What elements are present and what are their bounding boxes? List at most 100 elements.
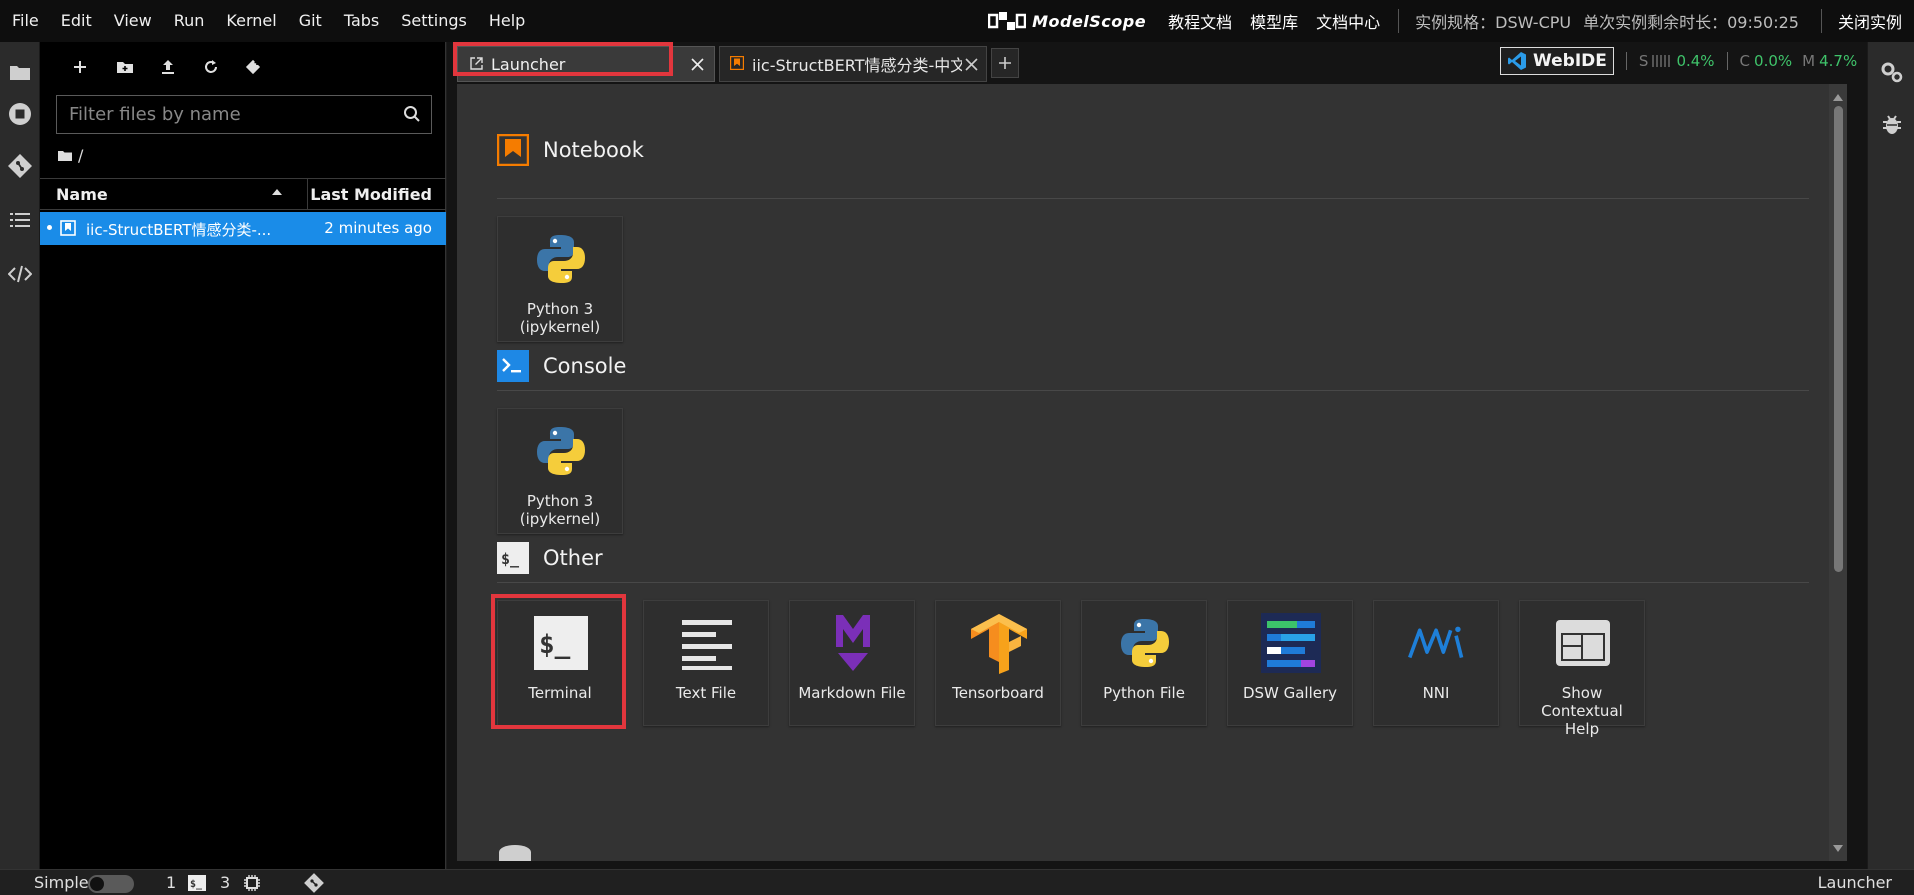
- link-doc-center[interactable]: 文档中心: [1316, 9, 1380, 33]
- divider: [1820, 9, 1822, 33]
- storage-label: S: [1638, 52, 1649, 70]
- file-row[interactable]: iic-StructBERT情感分类-... 2 minutes ago: [40, 212, 446, 245]
- launcher-scrollbar[interactable]: [1829, 84, 1847, 861]
- notebook-section-icon: [497, 134, 529, 166]
- launch-dsw-gallery[interactable]: DSW Gallery: [1227, 600, 1353, 726]
- card-label: Markdown File: [798, 684, 906, 702]
- launch-tensorboard[interactable]: Tensorboard: [935, 600, 1061, 726]
- modelscope-logo[interactable]: ModelScope: [988, 11, 1146, 31]
- instance-spec: 实例规格：DSW-CPU: [1415, 13, 1572, 32]
- folder-icon[interactable]: [0, 52, 40, 92]
- table-of-contents-icon[interactable]: [0, 200, 40, 240]
- divider: [1625, 52, 1627, 70]
- python-icon: [531, 421, 591, 481]
- menu-edit[interactable]: Edit: [50, 0, 103, 42]
- nni-icon: [1407, 613, 1467, 673]
- modelscope-brand-text: ModelScope: [1032, 11, 1147, 31]
- svg-text:$_: $_: [190, 879, 203, 890]
- git-clone-icon[interactable]: [238, 52, 268, 82]
- menu-run[interactable]: Run: [163, 0, 216, 42]
- section-divider: [497, 198, 1809, 199]
- left-activity-bar: [0, 42, 40, 869]
- close-instance-button[interactable]: 关闭实例: [1838, 9, 1902, 33]
- terminal-small-icon[interactable]: $_: [188, 875, 206, 895]
- breadcrumb[interactable]: /: [58, 146, 83, 165]
- cpu-chip-icon[interactable]: [243, 874, 261, 895]
- usage-bars-icon: [1652, 55, 1671, 67]
- launch-console-python3[interactable]: Python 3 (ipykernel): [497, 408, 623, 534]
- menu-help[interactable]: Help: [478, 0, 536, 42]
- close-icon[interactable]: [688, 55, 706, 73]
- markdown-icon: [823, 613, 883, 673]
- link-model-hub[interactable]: 模型库: [1250, 9, 1298, 33]
- property-inspector-gears-icon[interactable]: [1868, 52, 1914, 92]
- menu-kernel[interactable]: Kernel: [215, 0, 287, 42]
- console-section-icon: [497, 350, 529, 382]
- section-console: Console: [497, 350, 626, 382]
- file-modified: 2 minutes ago: [324, 219, 432, 237]
- plus-icon: [999, 57, 1011, 69]
- menu-tabs[interactable]: Tabs: [333, 0, 390, 42]
- upload-icon[interactable]: [153, 52, 183, 82]
- git-icon[interactable]: [0, 146, 40, 186]
- scroll-down-arrow-icon[interactable]: [1833, 843, 1843, 853]
- current-activity-label: Launcher: [1817, 873, 1892, 892]
- breadcrumb-root: /: [78, 146, 84, 165]
- git-status-icon[interactable]: [304, 873, 324, 895]
- memory-value: 4.7%: [1819, 52, 1858, 70]
- tab-bar: Launcher iic-StructBERT情感分类-中文- WebIDE S…: [447, 42, 1867, 82]
- scroll-up-arrow-icon[interactable]: [1833, 92, 1843, 102]
- kernels-count[interactable]: 1: [166, 873, 176, 892]
- section-notebook: Notebook: [497, 134, 644, 166]
- menu-view[interactable]: View: [103, 0, 163, 42]
- launch-nni[interactable]: NNI: [1373, 600, 1499, 726]
- running-stop-icon[interactable]: [0, 94, 40, 134]
- search-icon[interactable]: [403, 105, 421, 127]
- section-notebook-title: Notebook: [543, 138, 644, 162]
- menu-file[interactable]: File: [0, 0, 50, 42]
- terminals-count[interactable]: 3: [220, 873, 230, 892]
- memory-label: M: [1802, 52, 1816, 70]
- simple-mode-toggle[interactable]: [88, 875, 134, 893]
- launch-text-file[interactable]: Text File: [643, 600, 769, 726]
- divider: [1726, 52, 1728, 70]
- remaining-time: 单次实例剩余时长：09:50:25: [1583, 13, 1799, 32]
- column-divider[interactable]: [307, 179, 308, 209]
- launch-markdown-file[interactable]: Markdown File: [789, 600, 915, 726]
- python-icon: [1115, 613, 1175, 673]
- card-label: DSW Gallery: [1242, 684, 1338, 702]
- resource-monitor: WebIDE S 0.4% C 0.0% M 4.7%: [1494, 44, 1866, 78]
- sort-ascending-icon[interactable]: [272, 189, 282, 195]
- refresh-icon[interactable]: [196, 52, 226, 82]
- add-tab-button[interactable]: [991, 48, 1019, 78]
- section-other: $_ Other: [497, 542, 603, 574]
- card-label: Python 3 (ipykernel): [519, 492, 601, 528]
- column-name-header[interactable]: Name: [56, 185, 108, 204]
- filter-files-input[interactable]: [57, 96, 387, 133]
- menu-git[interactable]: Git: [288, 0, 333, 42]
- launch-contextual-help[interactable]: Show Contextual Help: [1519, 600, 1645, 738]
- running-indicator-dot: [47, 225, 52, 230]
- code-snippets-icon[interactable]: [0, 254, 40, 294]
- link-tutorial-docs[interactable]: 教程文档: [1168, 9, 1232, 33]
- section-divider: [497, 582, 1809, 583]
- folder-icon: [58, 151, 72, 161]
- close-icon[interactable]: [962, 55, 980, 73]
- new-launcher-plus-icon[interactable]: [65, 52, 95, 82]
- debugger-bug-icon[interactable]: [1868, 104, 1914, 144]
- section-divider: [497, 390, 1809, 391]
- main-area: Launcher iic-StructBERT情感分类-中文- WebIDE S…: [447, 42, 1867, 869]
- memory-usage: M 4.7%: [1802, 52, 1857, 70]
- webide-button[interactable]: WebIDE: [1500, 47, 1614, 75]
- menu-settings[interactable]: Settings: [390, 0, 478, 42]
- launch-python-file[interactable]: Python File: [1081, 600, 1207, 726]
- scroll-thumb[interactable]: [1834, 106, 1843, 572]
- column-last-modified-header[interactable]: Last Modified: [310, 185, 432, 204]
- terminal-section-icon: $_: [497, 542, 529, 574]
- new-folder-icon[interactable]: [110, 52, 140, 82]
- text-file-icon: [677, 613, 737, 673]
- tensorflow-icon: [969, 613, 1029, 674]
- filter-files-field[interactable]: [56, 95, 432, 134]
- tab-notebook[interactable]: iic-StructBERT情感分类-中文-: [719, 46, 987, 82]
- launch-notebook-python3[interactable]: Python 3 (ipykernel): [497, 216, 623, 342]
